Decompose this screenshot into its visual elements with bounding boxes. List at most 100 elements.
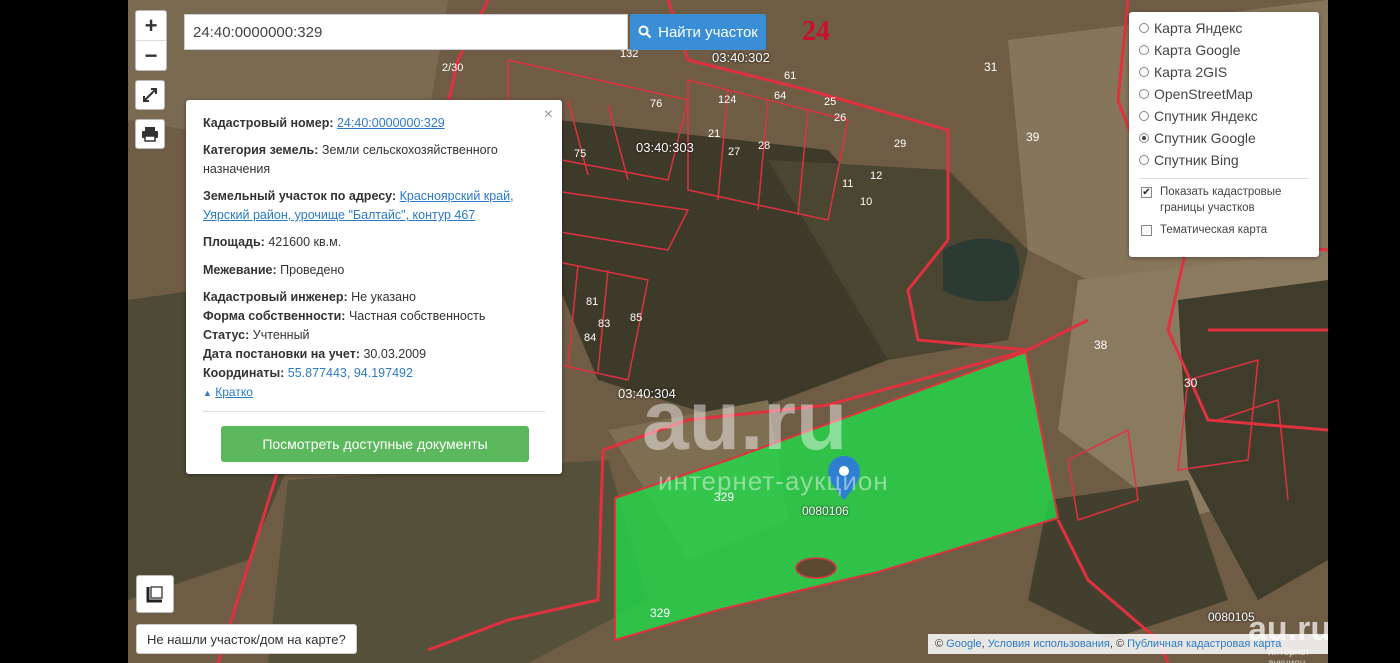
find-plot-button[interactable]: Найти участок bbox=[630, 14, 766, 50]
radio-icon bbox=[1139, 67, 1149, 77]
radio-selected-icon bbox=[1139, 133, 1149, 143]
survey-row: Межевание: Проведено bbox=[203, 261, 543, 280]
collapse-link[interactable]: Кратко bbox=[215, 385, 253, 399]
field-label: Статус: bbox=[203, 328, 250, 342]
checkbox-icon bbox=[1141, 225, 1152, 236]
checkbox-checked-icon: ✔ bbox=[1141, 187, 1152, 198]
layer-option-bing-satellite[interactable]: Спутник Bing bbox=[1139, 150, 1239, 170]
status-row: Статус: Учтенный bbox=[203, 326, 543, 345]
expand-icon bbox=[143, 88, 157, 102]
divider bbox=[1139, 178, 1309, 179]
radio-icon bbox=[1139, 89, 1149, 99]
field-label: Земельный участок по адресу: bbox=[203, 189, 397, 203]
engineer-row: Кадастровый инженер: Не указано bbox=[203, 288, 543, 307]
zoom-out-button[interactable]: − bbox=[136, 40, 166, 70]
field-value: 30.03.2009 bbox=[363, 347, 427, 361]
plot-number: 25 bbox=[824, 96, 837, 108]
field-label: Форма собственности: bbox=[203, 309, 346, 323]
fullscreen-button[interactable] bbox=[135, 80, 165, 110]
plot-number: 64 bbox=[774, 90, 787, 102]
radio-icon bbox=[1139, 155, 1149, 165]
help-button[interactable]: Не нашли участок/дом на карте? bbox=[136, 624, 357, 654]
print-button[interactable] bbox=[135, 119, 165, 149]
plot-number: 84 bbox=[584, 332, 597, 344]
coordinates-value[interactable]: 55.877443, 94.197492 bbox=[288, 366, 413, 380]
region-number-label: 24 bbox=[802, 16, 830, 47]
overlay-thematic-map[interactable]: Тематическая карта bbox=[1141, 222, 1267, 238]
quarter-label: 03:40:302 bbox=[712, 50, 770, 65]
field-value: Не указано bbox=[351, 290, 416, 304]
layer-label: Карта 2GIS bbox=[1154, 64, 1228, 80]
plot-info-panel: × Кадастровый номер: 24:40:0000000:329 К… bbox=[186, 100, 562, 474]
copyright-sign: © bbox=[935, 638, 944, 650]
radio-icon bbox=[1139, 23, 1149, 33]
radio-icon bbox=[1139, 45, 1149, 55]
plot-number: 38 bbox=[1094, 338, 1108, 352]
plot-number: 85 bbox=[630, 312, 643, 324]
field-label: Дата постановки на учет: bbox=[203, 347, 360, 361]
cadastral-map-link[interactable]: Публичная кадастровая карта bbox=[1127, 638, 1281, 650]
ownership-row: Форма собственности: Частная собственнос… bbox=[203, 307, 543, 326]
quarter-label: 03:40:303 bbox=[636, 140, 694, 155]
layer-option-osm[interactable]: OpenStreetMap bbox=[1139, 84, 1253, 104]
field-label: Кадастровый номер: bbox=[203, 116, 334, 130]
layer-label: Спутник Яндекс bbox=[1154, 108, 1258, 124]
field-value: 421600 кв.м. bbox=[268, 235, 342, 249]
field-label: Площадь: bbox=[203, 235, 265, 249]
copyright-sign: © bbox=[1116, 638, 1125, 650]
terms-link[interactable]: Условия использования bbox=[988, 638, 1110, 650]
divider bbox=[203, 411, 545, 412]
close-icon[interactable]: × bbox=[544, 106, 553, 124]
plot-number: 27 bbox=[728, 146, 741, 158]
plot-number: 39 bbox=[1026, 130, 1040, 144]
layers-toggle-button[interactable] bbox=[136, 575, 174, 613]
overlay-label: Показать кадастровые границы участков bbox=[1160, 186, 1282, 214]
layer-label: Карта Google bbox=[1154, 42, 1241, 58]
plot-number: 30 bbox=[1184, 376, 1198, 390]
field-value: Учтенный bbox=[252, 328, 310, 342]
cadastral-number-row: Кадастровый номер: 24:40:0000000:329 bbox=[203, 114, 543, 133]
plot-number: 2/30 bbox=[442, 62, 464, 74]
overlay-label: Тематическая карта bbox=[1160, 224, 1268, 236]
selected-plot-label: 0080106 bbox=[802, 504, 849, 518]
find-plot-label: Найти участок bbox=[658, 23, 758, 41]
layer-label: Спутник Google bbox=[1154, 130, 1256, 146]
plot-number: 75 bbox=[574, 148, 587, 160]
field-label: Координаты: bbox=[203, 366, 285, 380]
plot-number: 10 bbox=[860, 196, 873, 208]
layer-option-2gis[interactable]: Карта 2GIS bbox=[1139, 62, 1227, 82]
plot-number: 11 bbox=[842, 178, 854, 190]
watermark-subtitle: интернет-аукцион bbox=[658, 466, 889, 496]
plot-number: 83 bbox=[598, 318, 611, 330]
layer-option-google-satellite[interactable]: Спутник Google bbox=[1139, 128, 1256, 148]
plot-number: 61 bbox=[784, 70, 797, 82]
layer-option-yandex-satellite[interactable]: Спутник Яндекс bbox=[1139, 106, 1258, 126]
field-label: Кадастровый инженер: bbox=[203, 290, 348, 304]
map-attribution: © Google, Условия использования, © Публи… bbox=[928, 634, 1328, 654]
satellite-map[interactable]: 03:40:302 03:40:303 03:40:304 31 39 38 3… bbox=[128, 0, 1328, 663]
layer-label: OpenStreetMap bbox=[1154, 86, 1253, 102]
area-row: Площадь: 421600 кв.м. bbox=[203, 233, 543, 252]
plot-number: 21 bbox=[708, 128, 721, 140]
field-value: Частная собственность bbox=[348, 309, 486, 323]
plot-number: 28 bbox=[758, 140, 771, 152]
field-value: Проведено bbox=[280, 263, 345, 277]
field-label: Межевание: bbox=[203, 263, 277, 277]
layer-option-google-map[interactable]: Карта Google bbox=[1139, 40, 1241, 60]
layer-label: Спутник Bing bbox=[1154, 152, 1239, 168]
watermark-logo: au.ru bbox=[642, 373, 848, 467]
zoom-in-button[interactable]: + bbox=[136, 11, 166, 40]
layer-switcher: Карта Яндекс Карта Google Карта 2GIS Ope… bbox=[1129, 12, 1319, 257]
cadastral-search-input[interactable] bbox=[184, 14, 628, 50]
layer-option-yandex-map[interactable]: Карта Яндекс bbox=[1139, 18, 1242, 38]
cadastral-number-link[interactable]: 24:40:0000000:329 bbox=[337, 116, 445, 130]
plot-number: 76 bbox=[650, 98, 663, 110]
layer-label: Карта Яндекс bbox=[1154, 20, 1243, 36]
plot-number: 31 bbox=[984, 60, 998, 74]
view-documents-button[interactable]: Посмотреть доступные документы bbox=[221, 426, 529, 462]
google-link[interactable]: Google bbox=[946, 638, 981, 650]
plot-number: 124 bbox=[718, 94, 737, 106]
radio-icon bbox=[1139, 111, 1149, 121]
plot-number: 26 bbox=[834, 112, 847, 124]
overlay-cadastral-borders[interactable]: ✔ Показать кадастровые границы участков bbox=[1141, 184, 1300, 216]
